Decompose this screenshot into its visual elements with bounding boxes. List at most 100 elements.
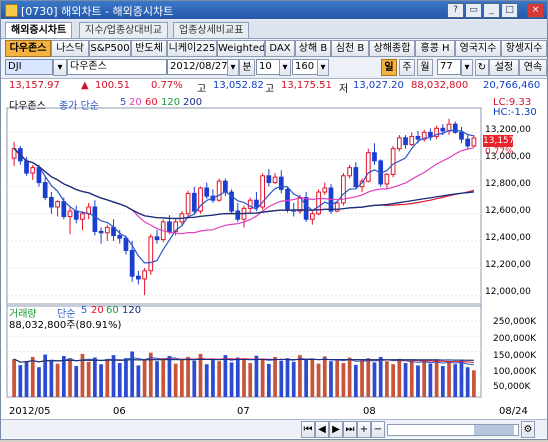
market-button-dow[interactable]: 다우존스 bbox=[5, 40, 51, 57]
next-icon[interactable]: ▶ bbox=[329, 421, 343, 438]
close-icon[interactable]: × bbox=[527, 3, 544, 18]
candle-body bbox=[117, 235, 123, 239]
price-ma-200: 200 bbox=[183, 97, 203, 108]
candle-body bbox=[384, 173, 390, 185]
interval-dropdown-icon[interactable]: ▾ bbox=[279, 59, 291, 76]
market-button-semiconductor[interactable]: 반도체 bbox=[131, 40, 167, 57]
candle-body bbox=[154, 236, 160, 241]
calendar-icon[interactable]: ▾ bbox=[227, 59, 239, 76]
market-toolbar: 다우존스 나스닥 S&P500 반도체 니케이225 Weighted DAX … bbox=[1, 39, 547, 57]
volume-bar bbox=[316, 363, 321, 397]
scrollbar-thumb[interactable] bbox=[474, 425, 514, 435]
date-field[interactable]: 2012/08/27 bbox=[167, 59, 229, 75]
xaxis-label-jun: 06 bbox=[113, 406, 126, 417]
maximize-icon[interactable]: □ bbox=[501, 3, 518, 18]
quote-high-label: 고 bbox=[197, 84, 207, 95]
refresh-icon[interactable]: ↻ bbox=[475, 59, 489, 76]
volume-bar bbox=[111, 355, 116, 397]
volume-bar bbox=[453, 364, 458, 397]
volume-bar bbox=[136, 365, 141, 397]
period-week-button[interactable]: 주 bbox=[399, 59, 415, 76]
display-count-field[interactable]: 77 bbox=[437, 59, 461, 75]
volume-bar bbox=[30, 356, 35, 397]
zoom-out-icon[interactable]: − bbox=[371, 421, 385, 438]
market-button-shanghai-b[interactable]: 상해 B bbox=[295, 40, 331, 57]
zoom-in-icon[interactable]: + bbox=[357, 421, 371, 438]
price-ma-120: 120 bbox=[161, 97, 181, 108]
first-page-icon[interactable]: ⏮ bbox=[301, 421, 315, 438]
volume-tick-1: 200,000K bbox=[493, 334, 537, 344]
market-button-weighted[interactable]: Weighted bbox=[217, 40, 265, 57]
market-button-hongkong-h[interactable]: 홍콩 H bbox=[415, 40, 455, 57]
chart-settings-icon[interactable]: ⚙ bbox=[521, 421, 535, 438]
volume-bar bbox=[329, 361, 333, 397]
symbol-search-icon[interactable]: ▾ bbox=[53, 59, 67, 76]
bar-count-field[interactable]: 160 bbox=[292, 59, 318, 75]
volume-bar bbox=[465, 367, 470, 397]
candle-body bbox=[471, 137, 477, 147]
restore-icon[interactable]: ▭ bbox=[465, 3, 482, 18]
market-button-sp500[interactable]: S&P500 bbox=[89, 40, 131, 57]
volume-bar bbox=[341, 363, 346, 397]
volume-bar bbox=[285, 358, 290, 397]
symbol-code-field[interactable]: DJI bbox=[5, 59, 53, 75]
candle-body bbox=[24, 160, 29, 174]
candle-body bbox=[403, 137, 408, 146]
price-tick-1: 13,000,00 bbox=[485, 152, 531, 162]
volume-bar bbox=[37, 367, 41, 397]
candle-body bbox=[61, 201, 67, 217]
volume-bar bbox=[266, 363, 271, 397]
market-button-nasdaq[interactable]: 나스닥 bbox=[51, 40, 89, 57]
volume-bar bbox=[409, 360, 414, 397]
candle-body bbox=[92, 206, 98, 232]
volume-bar bbox=[360, 360, 364, 397]
symbol-name-field[interactable]: 다우존스 bbox=[67, 59, 167, 75]
scrollbar-track[interactable] bbox=[387, 424, 519, 436]
market-button-nikkei[interactable]: 니케이225 bbox=[167, 40, 217, 57]
help-icon[interactable]: ? bbox=[447, 3, 464, 18]
chart-svg[interactable] bbox=[1, 94, 547, 439]
volume-bar bbox=[229, 362, 234, 397]
count-dropdown-icon[interactable]: ▾ bbox=[317, 59, 329, 76]
quote-change: 100.51 bbox=[95, 80, 130, 91]
settings-button[interactable]: 설정 bbox=[489, 59, 519, 76]
quote-line: 13,157.97 ▲ 100.51 0.77% 고 13,052.82 고 1… bbox=[1, 78, 547, 95]
candle-body bbox=[353, 167, 359, 188]
continuous-button[interactable]: 연속 bbox=[519, 59, 547, 76]
price-tick-5: 12,200,00 bbox=[485, 260, 531, 270]
tab-index-compare[interactable]: 지수/업종상대비교 bbox=[79, 22, 168, 38]
volume-bar bbox=[347, 357, 352, 397]
prev-icon[interactable]: ◀ bbox=[315, 421, 329, 438]
tab-sector-detail[interactable]: 업종상세비교표 bbox=[173, 22, 250, 38]
candle-body bbox=[148, 236, 154, 272]
candle-body bbox=[167, 221, 172, 232]
volume-bar bbox=[378, 356, 383, 397]
span-dropdown-icon[interactable]: ▾ bbox=[461, 59, 473, 76]
candle-body bbox=[98, 230, 104, 234]
minute-interval-field[interactable]: 10 bbox=[256, 59, 280, 75]
volume-bar bbox=[242, 359, 246, 397]
volume-bar bbox=[235, 357, 240, 397]
volume-bar bbox=[459, 360, 464, 397]
candle-body bbox=[272, 176, 278, 184]
market-button-shanghai-composite[interactable]: 상해종합 bbox=[369, 40, 415, 57]
volume-bar bbox=[74, 366, 79, 397]
market-button-dax[interactable]: DAX bbox=[265, 40, 295, 57]
market-button-shenzhen-b[interactable]: 심천 B bbox=[331, 40, 369, 57]
tab-bar: 해외증시차트 지수/업종상대비교 업종상세비교표 bbox=[1, 20, 547, 39]
period-month-button[interactable]: 월 bbox=[417, 59, 433, 76]
minimize-icon[interactable]: _ bbox=[483, 3, 500, 18]
period-minute-button[interactable]: 분 bbox=[239, 59, 255, 76]
market-button-uk[interactable]: 영국지수 bbox=[455, 40, 501, 57]
app-icon bbox=[5, 4, 18, 17]
market-button-hangseng[interactable]: 항셍지수 bbox=[501, 40, 547, 57]
price-legend-type: 종가 단순 bbox=[59, 101, 99, 112]
tab-overseas-chart[interactable]: 해외증시차트 bbox=[5, 22, 73, 38]
last-page-icon[interactable]: ⏭ bbox=[343, 421, 357, 438]
price-tick-2: 12,800,00 bbox=[485, 179, 531, 189]
period-day-button[interactable]: 일 bbox=[381, 59, 397, 76]
volume-bar bbox=[12, 359, 16, 397]
price-ma-20: 20 bbox=[129, 97, 142, 108]
volume-bar bbox=[24, 361, 29, 397]
window: [0730] 해외차트 - 해외증시차트 ? ▭ _ □ × 해외증시차트 지수… bbox=[0, 0, 548, 440]
